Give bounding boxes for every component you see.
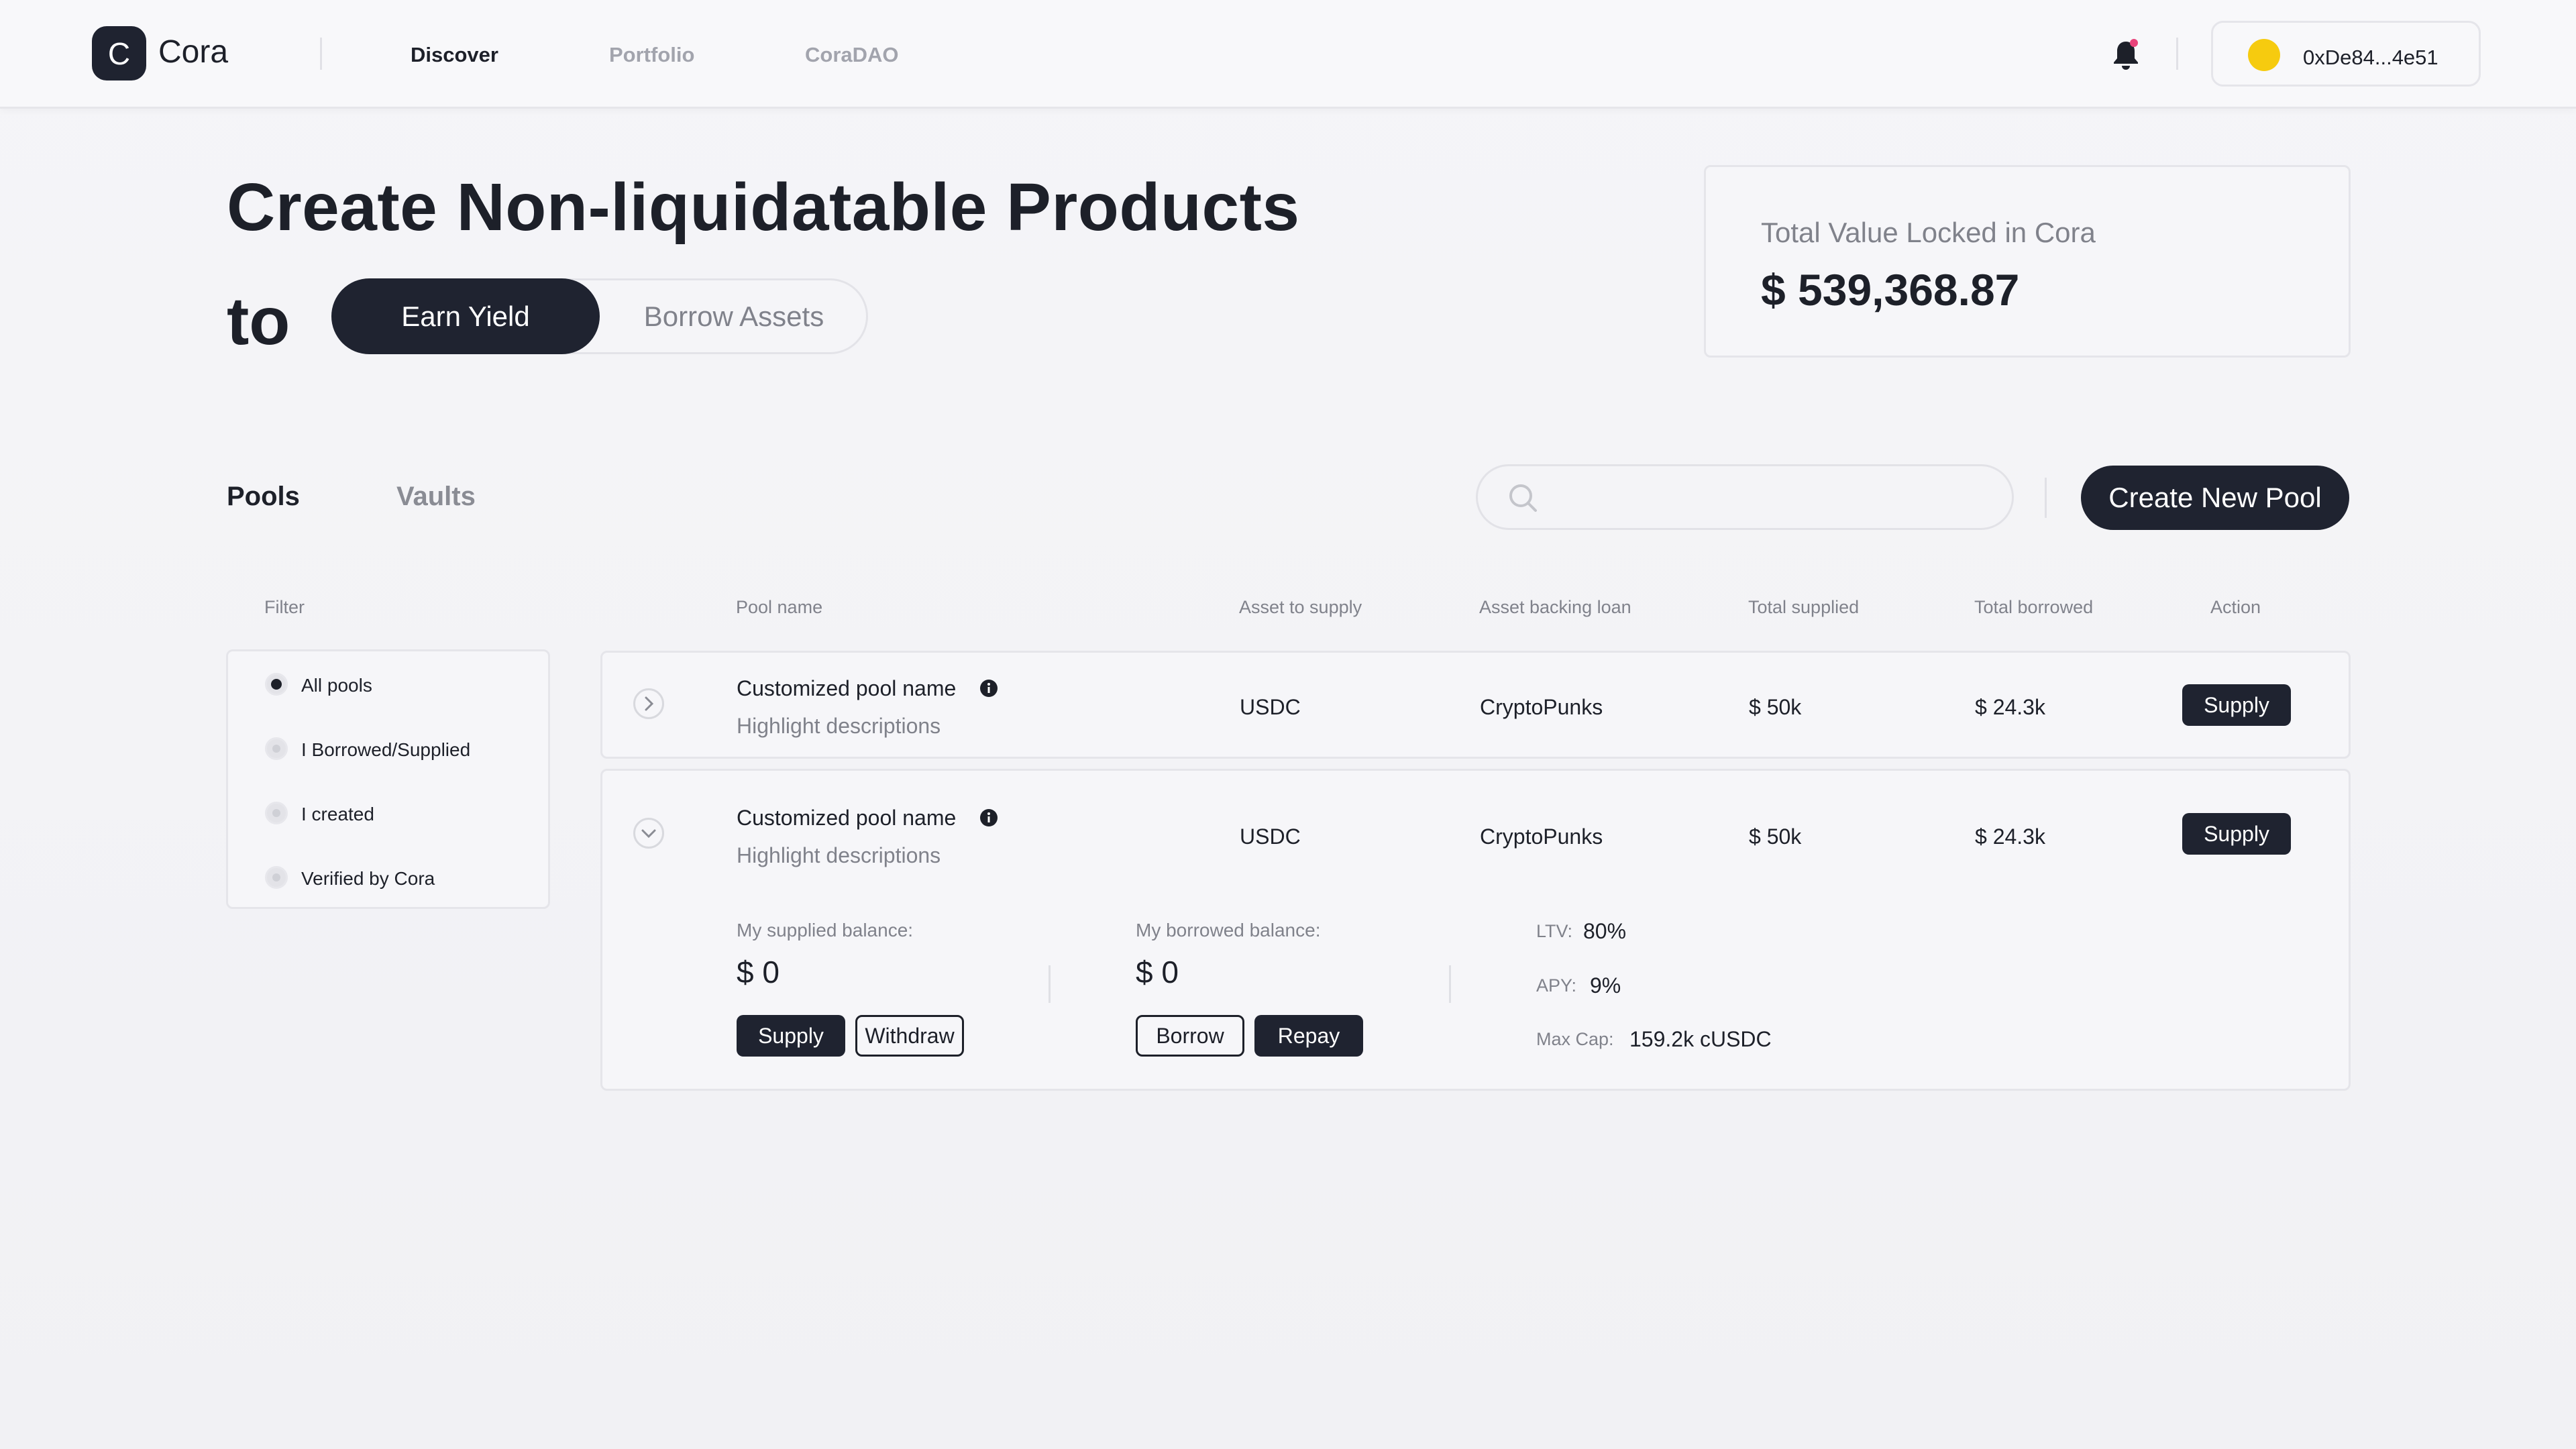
pool-description: Highlight descriptions <box>737 714 941 738</box>
create-new-pool-button[interactable]: Create New Pool <box>2081 466 2349 530</box>
expand-chevron-down-icon[interactable] <box>633 818 664 849</box>
search-box[interactable] <box>1476 464 2014 530</box>
detail-supply-button[interactable]: Supply <box>737 1015 845 1057</box>
app-name[interactable]: Cora <box>158 34 228 70</box>
tvl-value: $ 539,368.87 <box>1761 265 2020 315</box>
column-header-total-borrowed: Total borrowed <box>1974 597 2094 617</box>
asset-to-supply: USDC <box>1240 824 1301 849</box>
apy-value: 9% <box>1590 973 1621 998</box>
cora-logo-icon[interactable]: C <box>92 26 146 80</box>
max-cap-value: 159.2k cUSDC <box>1629 1027 1772 1051</box>
detail-divider <box>1049 965 1051 1003</box>
pool-row: Customized pool name Highlight descripti… <box>600 651 2351 759</box>
column-header-pool-name: Pool name <box>736 597 823 617</box>
radio-all-pools[interactable] <box>265 673 288 696</box>
earn-yield-toggle[interactable]: Earn Yield <box>331 278 600 354</box>
filter-panel: All pools I Borrowed/Supplied I created … <box>226 649 550 909</box>
detail-divider <box>1449 965 1451 1003</box>
filter-option-label[interactable]: All pools <box>301 675 372 696</box>
ltv-value: 80% <box>1583 919 1627 943</box>
filter-option-label[interactable]: I Borrowed/Supplied <box>301 739 470 761</box>
wallet-button[interactable]: 0xDe84...4e51 <box>2211 21 2481 87</box>
wallet-avatar-icon <box>2248 39 2280 71</box>
asset-backing-loan: CryptoPunks <box>1480 824 1603 849</box>
filter-option-label[interactable]: Verified by Cora <box>301 868 435 890</box>
top-navbar: C Cora Discover Portfolio CoraDAO 0xDe84… <box>0 0 2576 109</box>
page-title: Create Non-liquidatable Products <box>227 170 1300 245</box>
header-divider <box>2176 38 2178 70</box>
header-divider <box>320 38 322 70</box>
page-title-to: to <box>227 284 290 359</box>
action-divider <box>2045 478 2047 518</box>
nav-coradao[interactable]: CoraDAO <box>805 43 899 67</box>
borrow-button[interactable]: Borrow <box>1136 1015 1244 1057</box>
nav-portfolio[interactable]: Portfolio <box>609 43 694 67</box>
borrowed-balance-value: $ 0 <box>1136 955 1179 989</box>
withdraw-button[interactable]: Withdraw <box>855 1015 964 1057</box>
asset-to-supply: USDC <box>1240 695 1301 719</box>
column-header-total-supplied: Total supplied <box>1748 597 1860 617</box>
tab-vaults[interactable]: Vaults <box>396 482 476 512</box>
mode-toggle: Earn Yield Borrow Assets <box>331 278 868 354</box>
expand-chevron-right-icon[interactable] <box>633 688 664 719</box>
nav-discover[interactable]: Discover <box>411 43 498 67</box>
borrowed-balance-label: My borrowed balance: <box>1136 920 1321 941</box>
tvl-label: Total Value Locked in Cora <box>1761 217 2096 248</box>
tvl-card: Total Value Locked in Cora $ 539,368.87 <box>1704 165 2351 358</box>
total-supplied: $ 50k <box>1749 695 1802 719</box>
pool-description: Highlight descriptions <box>737 843 941 867</box>
total-borrowed: $ 24.3k <box>1975 695 2045 719</box>
search-input[interactable] <box>1552 478 1994 517</box>
notification-bell-icon[interactable] <box>2110 38 2141 71</box>
filter-option-label[interactable]: I created <box>301 804 374 825</box>
radio-borrowed-supplied[interactable] <box>265 737 288 760</box>
filter-heading: Filter <box>264 597 305 617</box>
info-icon[interactable] <box>979 679 998 698</box>
column-header-asset-backing: Asset backing loan <box>1479 597 1631 617</box>
apy-label: APY: <box>1536 975 1577 996</box>
max-cap-label: Max Cap: <box>1536 1029 1614 1049</box>
supply-button[interactable]: Supply <box>2182 684 2291 726</box>
search-icon <box>1509 484 1537 512</box>
column-header-action: Action <box>2210 597 2261 617</box>
total-borrowed: $ 24.3k <box>1975 824 2045 849</box>
ltv-label: LTV: <box>1536 921 1573 941</box>
wallet-address: 0xDe84...4e51 <box>2303 46 2438 69</box>
supplied-balance-value: $ 0 <box>737 955 780 989</box>
radio-verified-by-cora[interactable] <box>265 866 288 889</box>
pool-name[interactable]: Customized pool name <box>737 676 956 701</box>
supply-button[interactable]: Supply <box>2182 813 2291 855</box>
radio-i-created[interactable] <box>265 802 288 824</box>
tab-pools[interactable]: Pools <box>227 482 300 512</box>
pool-row: Customized pool name Highlight descripti… <box>600 769 2351 1091</box>
repay-button[interactable]: Repay <box>1254 1015 1363 1057</box>
column-header-asset-supply: Asset to supply <box>1239 597 1362 617</box>
asset-backing-loan: CryptoPunks <box>1480 695 1603 719</box>
info-icon[interactable] <box>979 808 998 827</box>
supplied-balance-label: My supplied balance: <box>737 920 914 941</box>
total-supplied: $ 50k <box>1749 824 1802 849</box>
pool-name[interactable]: Customized pool name <box>737 806 956 830</box>
borrow-assets-toggle[interactable]: Borrow Assets <box>602 280 866 352</box>
